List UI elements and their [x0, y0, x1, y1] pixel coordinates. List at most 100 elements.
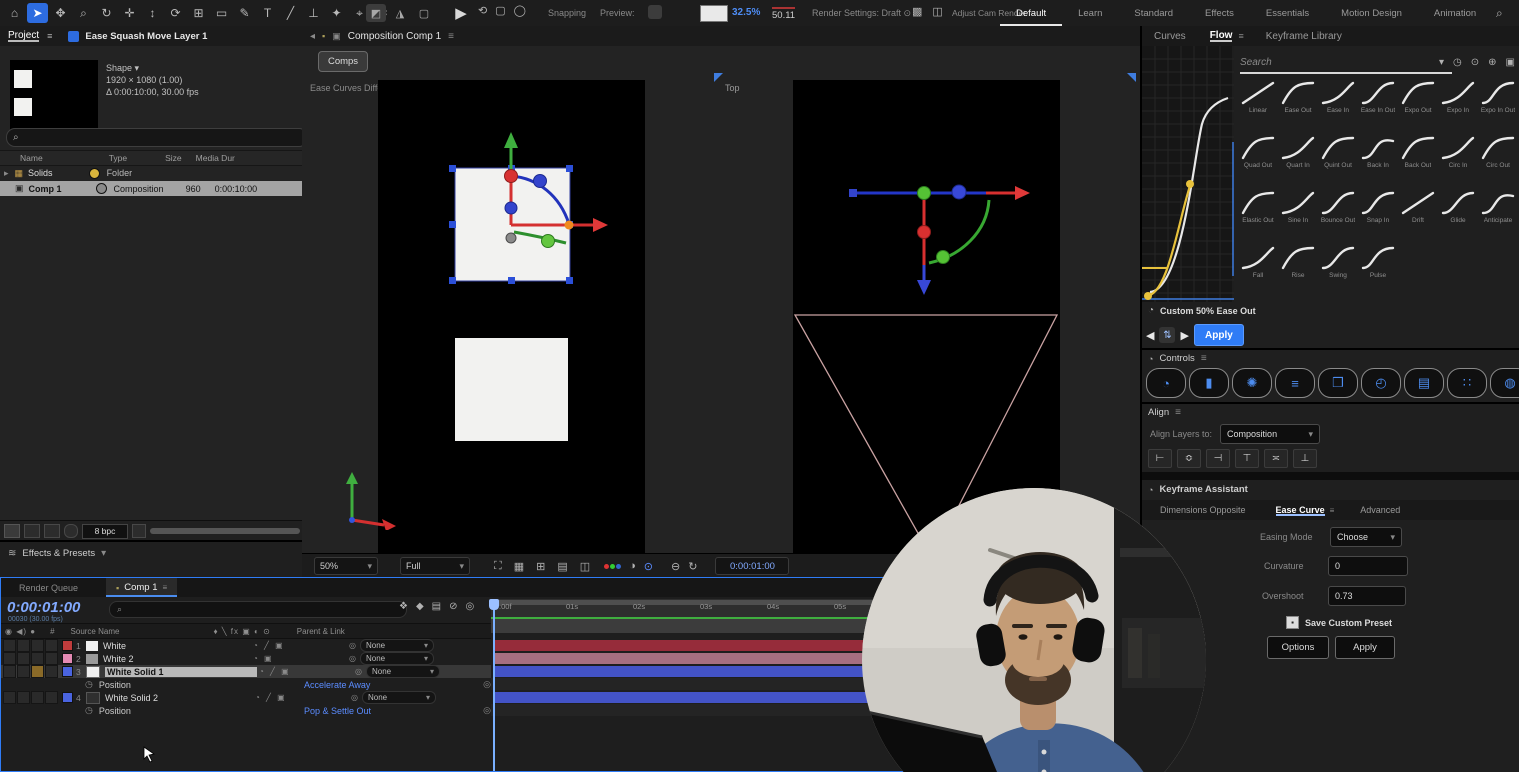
mode-icon[interactable]: ◩	[366, 4, 386, 22]
align-button[interactable]: ≍	[1264, 449, 1288, 468]
flow-preset[interactable]: Expo In	[1438, 80, 1478, 133]
lock-toggle[interactable]	[45, 665, 58, 678]
tool-icon[interactable]: ✥	[50, 3, 71, 23]
viewer-timecode[interactable]: 0:00:01:00	[715, 557, 789, 575]
tab-advanced[interactable]: Advanced	[1360, 505, 1400, 515]
flow-header-icon[interactable]: ⊙	[1471, 57, 1479, 68]
lock-toggle[interactable]	[45, 639, 58, 652]
flow-preset[interactable]: Linear	[1238, 80, 1278, 133]
resolution-dropdown[interactable]: Full▾	[400, 557, 470, 575]
viewport-left[interactable]	[378, 80, 645, 555]
flow-preset[interactable]: Pulse	[1358, 245, 1398, 298]
channel-rgb-icon[interactable]	[604, 564, 621, 569]
layer-row-4[interactable]: 4 White Solid 2 ◔ ╱ ▣ ◎ None▾	[1, 691, 491, 704]
panel-menu-icon[interactable]: ≡	[47, 31, 52, 41]
source-name-header[interactable]: Source Name	[71, 627, 120, 636]
render-settings-text[interactable]: Render Settings: Draft ⊙	[812, 8, 911, 19]
script-button[interactable]: ◍	[1490, 368, 1519, 398]
script-button[interactable]: ❒	[1318, 368, 1358, 398]
stopwatch-icon[interactable]: ◷	[85, 705, 93, 716]
playhead-line[interactable]	[493, 599, 495, 771]
current-timecode[interactable]: 0:00:01:00	[7, 599, 80, 616]
viewer-icon[interactable]: ▦	[514, 560, 524, 573]
easing-mode-dropdown[interactable]: Choose▾	[1330, 527, 1402, 547]
play-icon[interactable]: ▶	[450, 2, 472, 24]
flow-header-icon[interactable]: ◷	[1453, 57, 1462, 68]
effects-presets-title[interactable]: Effects & Presets	[22, 548, 95, 559]
panel-menu-icon[interactable]: ≡	[1201, 353, 1207, 364]
tool-icon[interactable]: ▭	[211, 3, 232, 23]
workspace-tab[interactable]: Default	[1000, 0, 1062, 26]
exposure-icon[interactable]: ◑	[629, 560, 636, 572]
project-row-solids[interactable]: ▸ ▦ Solids Folder	[0, 166, 302, 180]
visibility-toggle[interactable]	[3, 665, 16, 678]
twirl-icon[interactable]: ▸	[4, 168, 9, 179]
parent-link-header[interactable]: Parent & Link	[297, 627, 345, 636]
flow-header-icon[interactable]: ▣	[1506, 57, 1515, 68]
workspace-tab[interactable]: Effects	[1189, 0, 1250, 26]
flow-preset[interactable]: Quint Out	[1318, 135, 1358, 188]
parent-dropdown[interactable]: None▾	[362, 691, 436, 704]
col-name[interactable]: Name	[20, 153, 43, 163]
tab-curves[interactable]: Curves	[1154, 31, 1186, 42]
col-duration[interactable]: Media Dur	[196, 153, 235, 163]
timeline-search-input[interactable]: ⌕	[109, 601, 407, 618]
flow-preset[interactable]: Ease In	[1318, 80, 1358, 133]
stopwatch-icon[interactable]: ◷	[85, 679, 93, 690]
flow-preset[interactable]: Circ In	[1438, 135, 1478, 188]
tab-dimensions[interactable]: Dimensions Opposite	[1160, 505, 1246, 515]
flow-preset[interactable]: Expo Out	[1398, 80, 1438, 133]
solo-toggle[interactable]	[31, 665, 44, 678]
layer-switches[interactable]: ◔ ╱ ▣	[253, 641, 349, 650]
toggle-icon[interactable]: ⟲	[478, 4, 487, 17]
flow-preset[interactable]: Back Out	[1398, 135, 1438, 188]
tool-icon[interactable]: ↕	[142, 3, 163, 23]
col-size[interactable]: Size	[165, 153, 182, 163]
minus-icon[interactable]: ⊖	[671, 560, 680, 573]
flow-preset[interactable]: Bounce Out	[1318, 190, 1358, 243]
settings-icon[interactable]	[64, 524, 78, 538]
comps-button[interactable]: Comps	[318, 51, 368, 72]
audio-toggle[interactable]	[17, 665, 30, 678]
back-icon[interactable]: ◂	[310, 31, 315, 42]
tool-icon[interactable]: ⌂	[4, 3, 25, 23]
flow-header-icon[interactable]: ▾	[1439, 57, 1444, 68]
tool-icon[interactable]: ✎	[234, 3, 255, 23]
ease-apply-button[interactable]: Apply	[1335, 636, 1395, 659]
options-button[interactable]: Options	[1267, 636, 1329, 659]
lock-toggle[interactable]	[45, 691, 58, 704]
workspace-tab[interactable]: Motion Design	[1325, 0, 1418, 26]
tool-icon[interactable]: ↻	[96, 3, 117, 23]
flow-preset[interactable]: Back In	[1358, 135, 1398, 188]
tool-icon[interactable]: ➤	[27, 3, 48, 23]
align-button[interactable]: ⊢	[1148, 449, 1172, 468]
flow-preset[interactable]: Ease Out	[1278, 80, 1318, 133]
flow-preset[interactable]: Elastic Out	[1238, 190, 1278, 243]
reset-icon[interactable]: ↻	[688, 560, 697, 573]
parent-dropdown[interactable]: None▾	[360, 652, 434, 665]
flow-preset[interactable]: Ease In Out	[1358, 80, 1398, 133]
lock-toggle[interactable]	[45, 652, 58, 665]
flow-search-input[interactable]: Search	[1240, 57, 1272, 68]
flow-preset[interactable]: Anticipate	[1478, 190, 1518, 243]
project-tab[interactable]: Project	[8, 30, 39, 42]
scripts-title[interactable]: Controls	[1159, 353, 1194, 364]
curvature-input[interactable]: 0	[1328, 556, 1408, 576]
target-icon[interactable]: ⊙	[644, 560, 653, 573]
tab-flow[interactable]: Flow	[1210, 30, 1233, 42]
flow-preset[interactable]: Quart In	[1278, 135, 1318, 188]
parent-dropdown[interactable]: None▾	[360, 639, 434, 652]
ease-title[interactable]: Keyframe Assistant	[1159, 484, 1247, 495]
chevron-down-icon[interactable]: ▾	[101, 548, 106, 559]
timeline-icon[interactable]: ◎	[466, 601, 475, 612]
solo-toggle[interactable]	[31, 652, 44, 665]
viewer-icon[interactable]: ▤	[557, 560, 567, 573]
project-row-comp1[interactable]: ▣ Comp 1 Composition 960 0:00:10:00	[0, 181, 302, 196]
script-button[interactable]: ▮	[1189, 368, 1229, 398]
layer-row-1[interactable]: 1 White ◔ ╱ ▣ ◎ None▾	[1, 639, 491, 652]
tool-icon[interactable]: ✛	[119, 3, 140, 23]
solo-toggle[interactable]	[31, 691, 44, 704]
tool-icon[interactable]: ╱	[280, 3, 301, 23]
layer-row-2[interactable]: 2 White 2 ◔ ▣ ◎ None▾	[1, 652, 491, 665]
align-button[interactable]: ⊣	[1206, 449, 1230, 468]
